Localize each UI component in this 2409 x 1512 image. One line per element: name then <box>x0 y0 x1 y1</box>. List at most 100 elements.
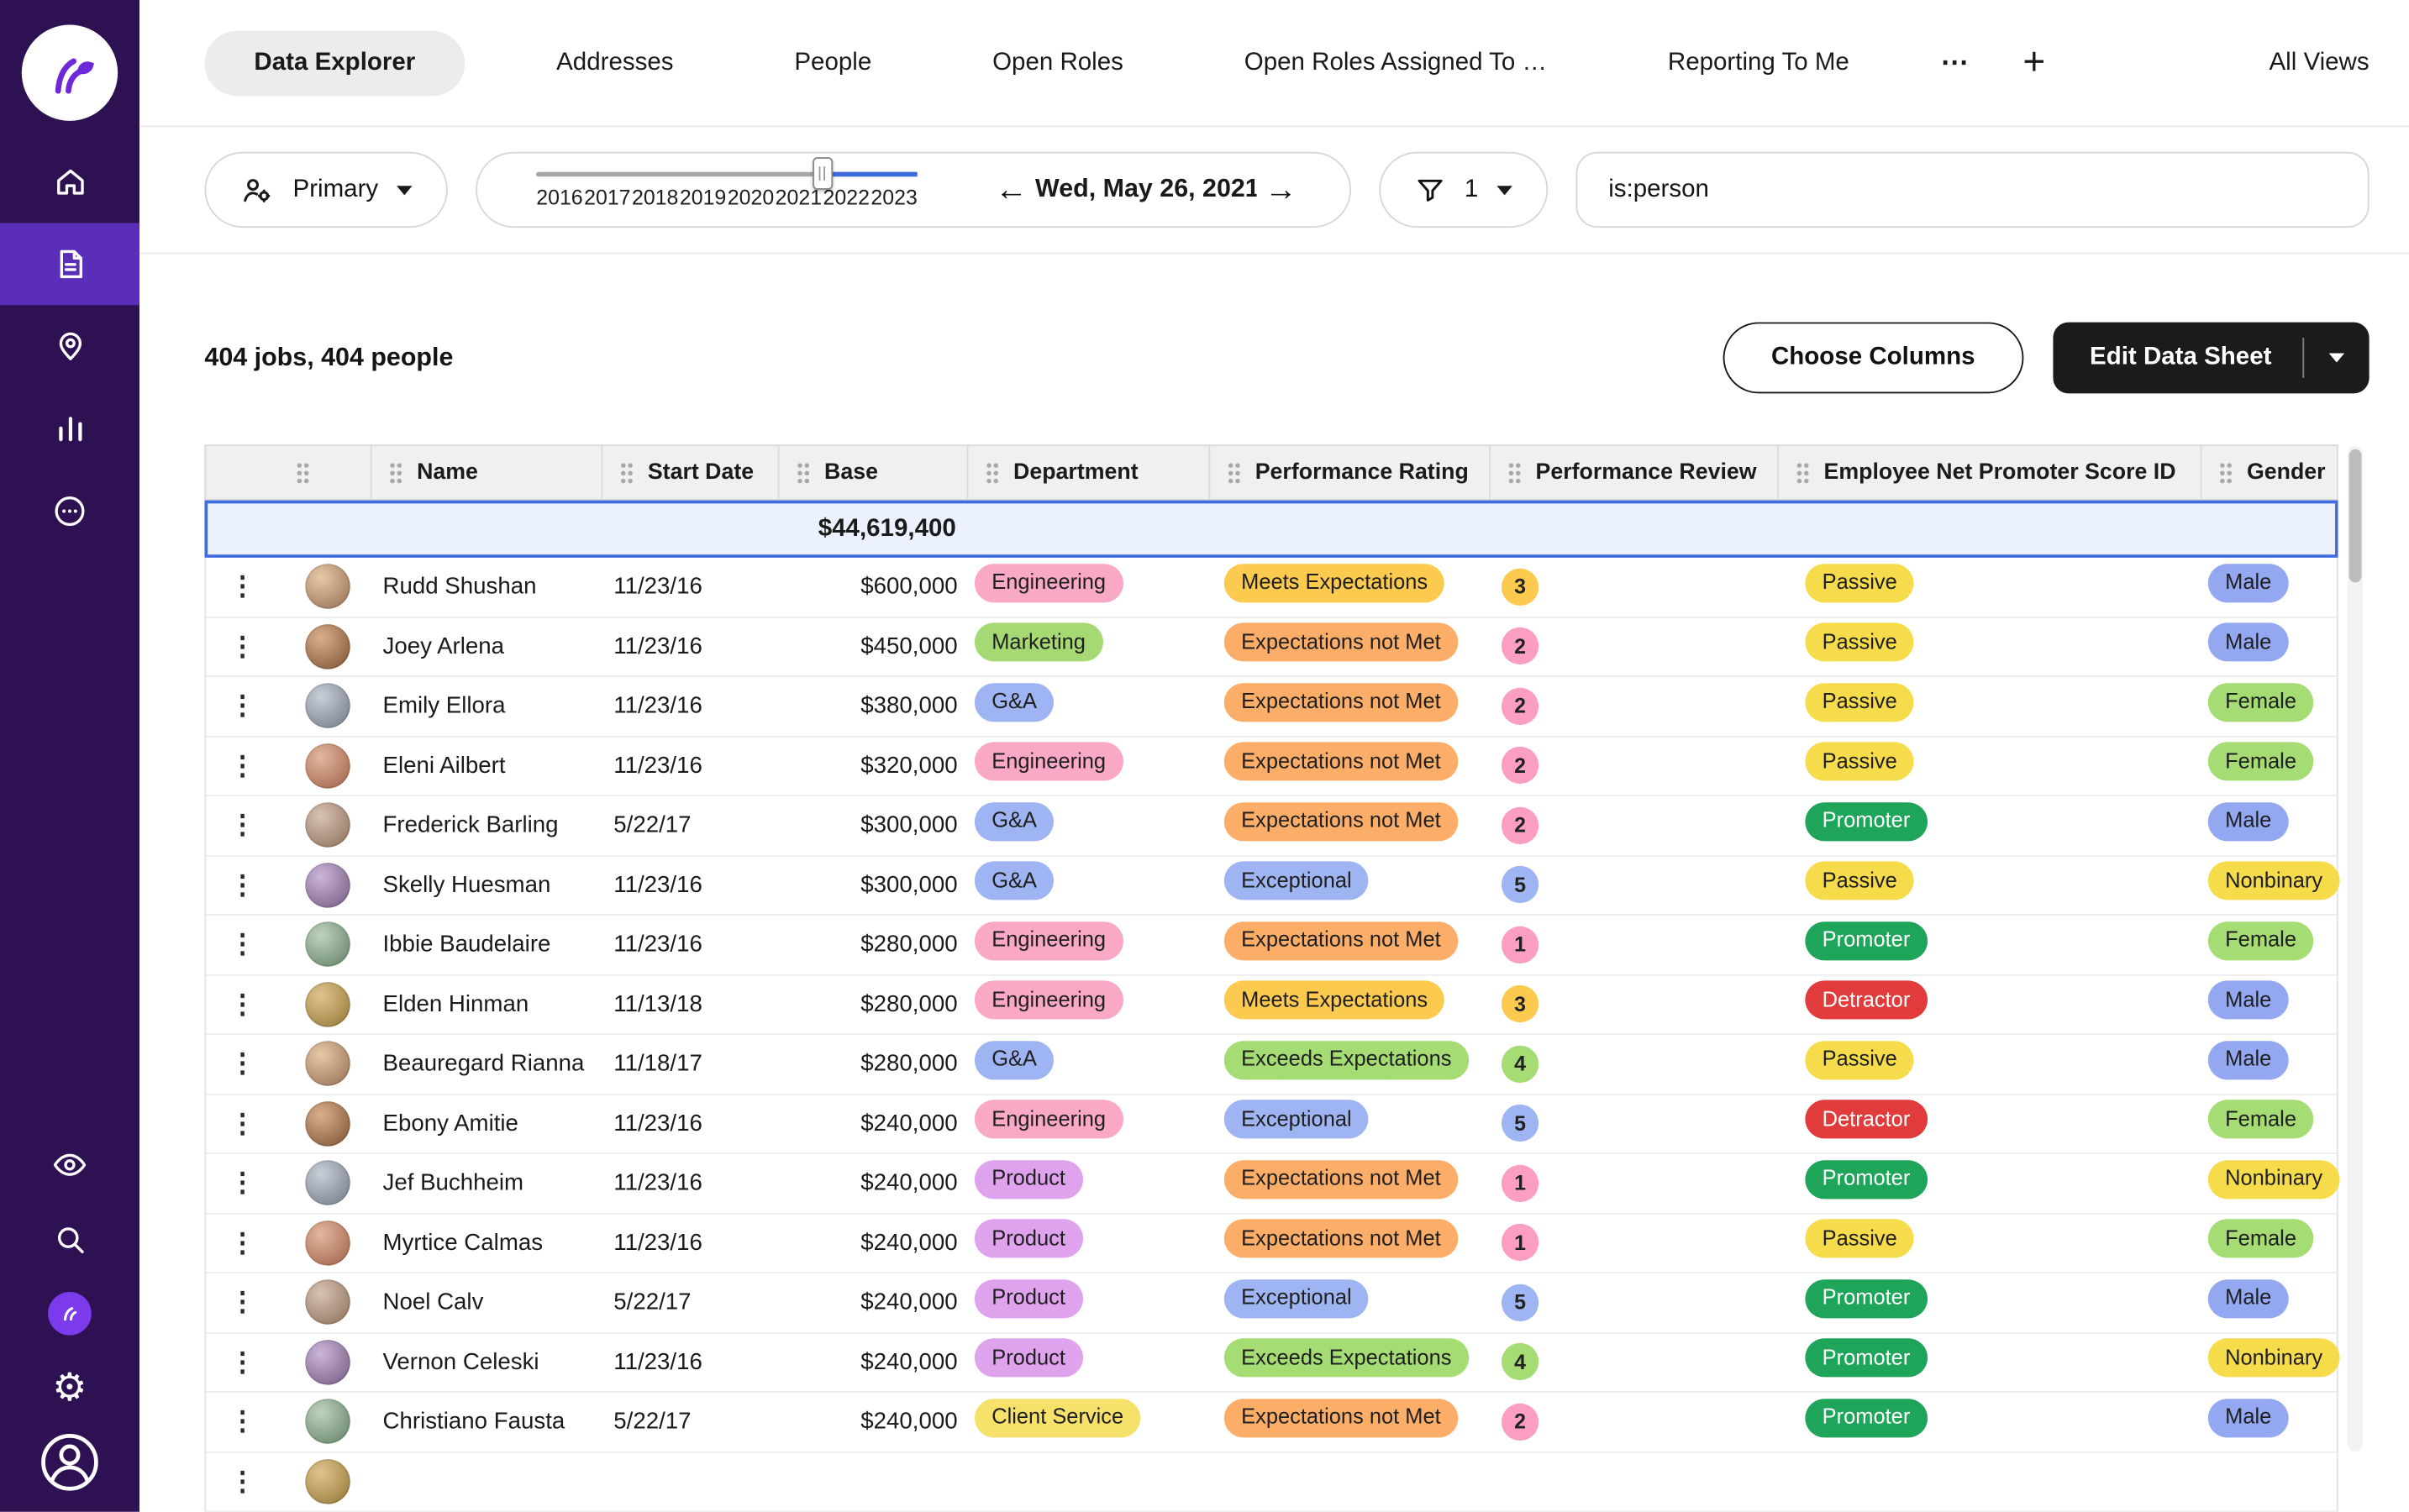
row-menu-icon[interactable]: ⋮ <box>206 753 279 779</box>
year-slider[interactable]: 20162017201820192020202120222023 <box>536 171 918 208</box>
scrollbar-thumb[interactable] <box>2349 449 2362 583</box>
nav-data-sheet[interactable] <box>0 223 139 306</box>
prev-day-button[interactable]: ← <box>995 174 1028 207</box>
drag-handle-icon[interactable] <box>296 462 310 484</box>
row-menu-icon[interactable]: ⋮ <box>206 1468 279 1494</box>
table-row[interactable]: ⋮Rudd Shushan11/23/16$600,000Engineering… <box>206 558 2337 617</box>
user-avatar[interactable] <box>48 1286 92 1341</box>
tab-open-roles[interactable]: Open Roles <box>963 30 1153 95</box>
table-row[interactable]: ⋮Joey Arlena11/23/16$450,000MarketingExp… <box>206 617 2337 677</box>
row-menu-icon[interactable]: ⋮ <box>206 693 279 719</box>
table-row[interactable]: ⋮Christiano Fausta5/22/17$240,000Client … <box>206 1393 2337 1452</box>
drag-handle-icon[interactable] <box>986 462 1000 484</box>
avatar[interactable] <box>305 624 350 669</box>
table-row[interactable]: ⋮Vernon Celeski11/23/16$240,000ProductEx… <box>206 1333 2337 1393</box>
avatar[interactable] <box>305 1101 350 1146</box>
table-row[interactable]: ⋮Noel Calv5/22/17$240,000ProductExceptio… <box>206 1273 2337 1333</box>
avatar[interactable] <box>305 922 350 967</box>
avatar[interactable] <box>305 684 350 728</box>
column-header-start-date[interactable]: Start Date <box>602 446 779 499</box>
column-header-department[interactable]: Department <box>969 446 1211 499</box>
drag-handle-icon[interactable] <box>620 462 634 484</box>
next-day-button[interactable]: → <box>1265 174 1297 207</box>
drag-handle-icon[interactable] <box>1796 462 1810 484</box>
nav-charts[interactable] <box>0 387 139 470</box>
drag-handle-icon[interactable] <box>389 462 403 484</box>
app-logo[interactable] <box>22 25 118 121</box>
all-views-button[interactable]: All Views <box>2269 49 2369 76</box>
column-header-base[interactable]: Base <box>780 446 969 499</box>
slider-handle[interactable] <box>813 157 833 190</box>
filter-count-button[interactable]: 1 <box>1379 152 1548 228</box>
nav-more[interactable] <box>0 470 139 552</box>
column-header-gender[interactable]: Gender <box>2201 446 2339 499</box>
row-menu-icon[interactable]: ⋮ <box>206 1051 279 1077</box>
table-row[interactable]: ⋮Frederick Barling5/22/17$300,000G&AExpe… <box>206 796 2337 856</box>
avatar[interactable] <box>305 1459 350 1504</box>
avatar[interactable] <box>305 1042 350 1086</box>
column-header-blank[interactable] <box>206 446 279 499</box>
avatar[interactable] <box>305 863 350 907</box>
avatar[interactable] <box>305 1221 350 1265</box>
summary-row[interactable]: $44,619,400 <box>204 501 2338 558</box>
table-scrollbar[interactable] <box>2348 446 2363 1452</box>
tab-reporting-to-me[interactable]: Reporting To Me <box>1638 30 1879 95</box>
table-row[interactable]: ⋮Jef Buchheim11/23/16$240,000ProductExpe… <box>206 1154 2337 1214</box>
table-row[interactable]: ⋮Eleni Ailbert11/23/16$320,000Engineerin… <box>206 737 2337 796</box>
add-view-button[interactable]: + <box>2022 44 2045 82</box>
row-menu-icon[interactable]: ⋮ <box>206 1110 279 1137</box>
tab-people[interactable]: People <box>765 30 901 95</box>
tab-open-roles-assigned-to[interactable]: Open Roles Assigned To … <box>1215 30 1576 95</box>
tab-addresses[interactable]: Addresses <box>527 30 702 95</box>
row-menu-icon[interactable]: ⋮ <box>206 1289 279 1315</box>
table-row[interactable]: ⋮Emily Ellora11/23/16$380,000G&AExpectat… <box>206 677 2337 737</box>
column-header-employee-net-promoter-score-id[interactable]: Employee Net Promoter Score ID <box>1779 446 2201 499</box>
nav-account[interactable] <box>35 1435 103 1490</box>
table-row[interactable]: ⋮Skelly Huesman11/23/16$300,000G&AExcept… <box>206 856 2337 916</box>
avatar[interactable] <box>305 1161 350 1205</box>
slider-track[interactable] <box>536 171 918 176</box>
table-row[interactable]: ⋮ <box>206 1452 2337 1512</box>
column-header-name[interactable]: Name <box>372 446 603 499</box>
row-menu-icon[interactable]: ⋮ <box>206 633 279 659</box>
avatar[interactable] <box>305 564 350 609</box>
current-date[interactable]: Wed, May 26, 2021 <box>1035 175 1257 204</box>
column-header-performance-review[interactable]: Performance Review <box>1491 446 1779 499</box>
drag-handle-icon[interactable] <box>797 462 811 484</box>
nav-locations[interactable] <box>0 305 139 387</box>
avatar[interactable] <box>305 1399 350 1444</box>
row-menu-icon[interactable]: ⋮ <box>206 1349 279 1375</box>
edit-data-sheet-caret[interactable] <box>2304 323 2369 394</box>
table-row[interactable]: ⋮Beauregard Rianna11/18/17$280,000G&AExc… <box>206 1035 2337 1095</box>
avatar[interactable] <box>305 1280 350 1325</box>
row-menu-icon[interactable]: ⋮ <box>206 812 279 838</box>
row-menu-icon[interactable]: ⋮ <box>206 991 279 1017</box>
row-menu-icon[interactable]: ⋮ <box>206 872 279 898</box>
avatar[interactable] <box>305 743 350 788</box>
nav-visibility[interactable] <box>51 1137 88 1193</box>
avatar[interactable] <box>305 982 350 1026</box>
primary-filter-button[interactable]: Primary <box>204 152 448 228</box>
nav-search[interactable] <box>52 1211 87 1267</box>
row-menu-icon[interactable]: ⋮ <box>206 1170 279 1196</box>
table-row[interactable]: ⋮Myrtice Calmas11/23/16$240,000ProductEx… <box>206 1214 2337 1273</box>
row-menu-icon[interactable]: ⋮ <box>206 1230 279 1256</box>
avatar[interactable] <box>305 803 350 848</box>
choose-columns-button[interactable]: Choose Columns <box>1723 323 2023 394</box>
drag-handle-icon[interactable] <box>1507 462 1522 484</box>
edit-data-sheet-button[interactable]: Edit Data Sheet <box>2053 323 2370 394</box>
table-row[interactable]: ⋮Elden Hinman11/13/18$280,000Engineering… <box>206 975 2337 1035</box>
column-header-performance-rating[interactable]: Performance Rating <box>1210 446 1491 499</box>
column-header-blank[interactable] <box>279 446 372 499</box>
drag-handle-icon[interactable] <box>1228 462 1242 484</box>
search-input[interactable] <box>1606 174 2340 205</box>
row-menu-icon[interactable]: ⋮ <box>206 932 279 958</box>
avatar[interactable] <box>305 1340 350 1384</box>
row-menu-icon[interactable]: ⋮ <box>206 574 279 600</box>
nav-settings[interactable]: ⚙ <box>52 1360 87 1415</box>
nav-home[interactable] <box>0 141 139 223</box>
drag-handle-icon[interactable] <box>2219 462 2233 484</box>
row-menu-icon[interactable]: ⋮ <box>206 1409 279 1435</box>
tab-data-explorer[interactable]: Data Explorer <box>204 30 465 95</box>
table-row[interactable]: ⋮Ibbie Baudelaire11/23/16$280,000Enginee… <box>206 916 2337 975</box>
